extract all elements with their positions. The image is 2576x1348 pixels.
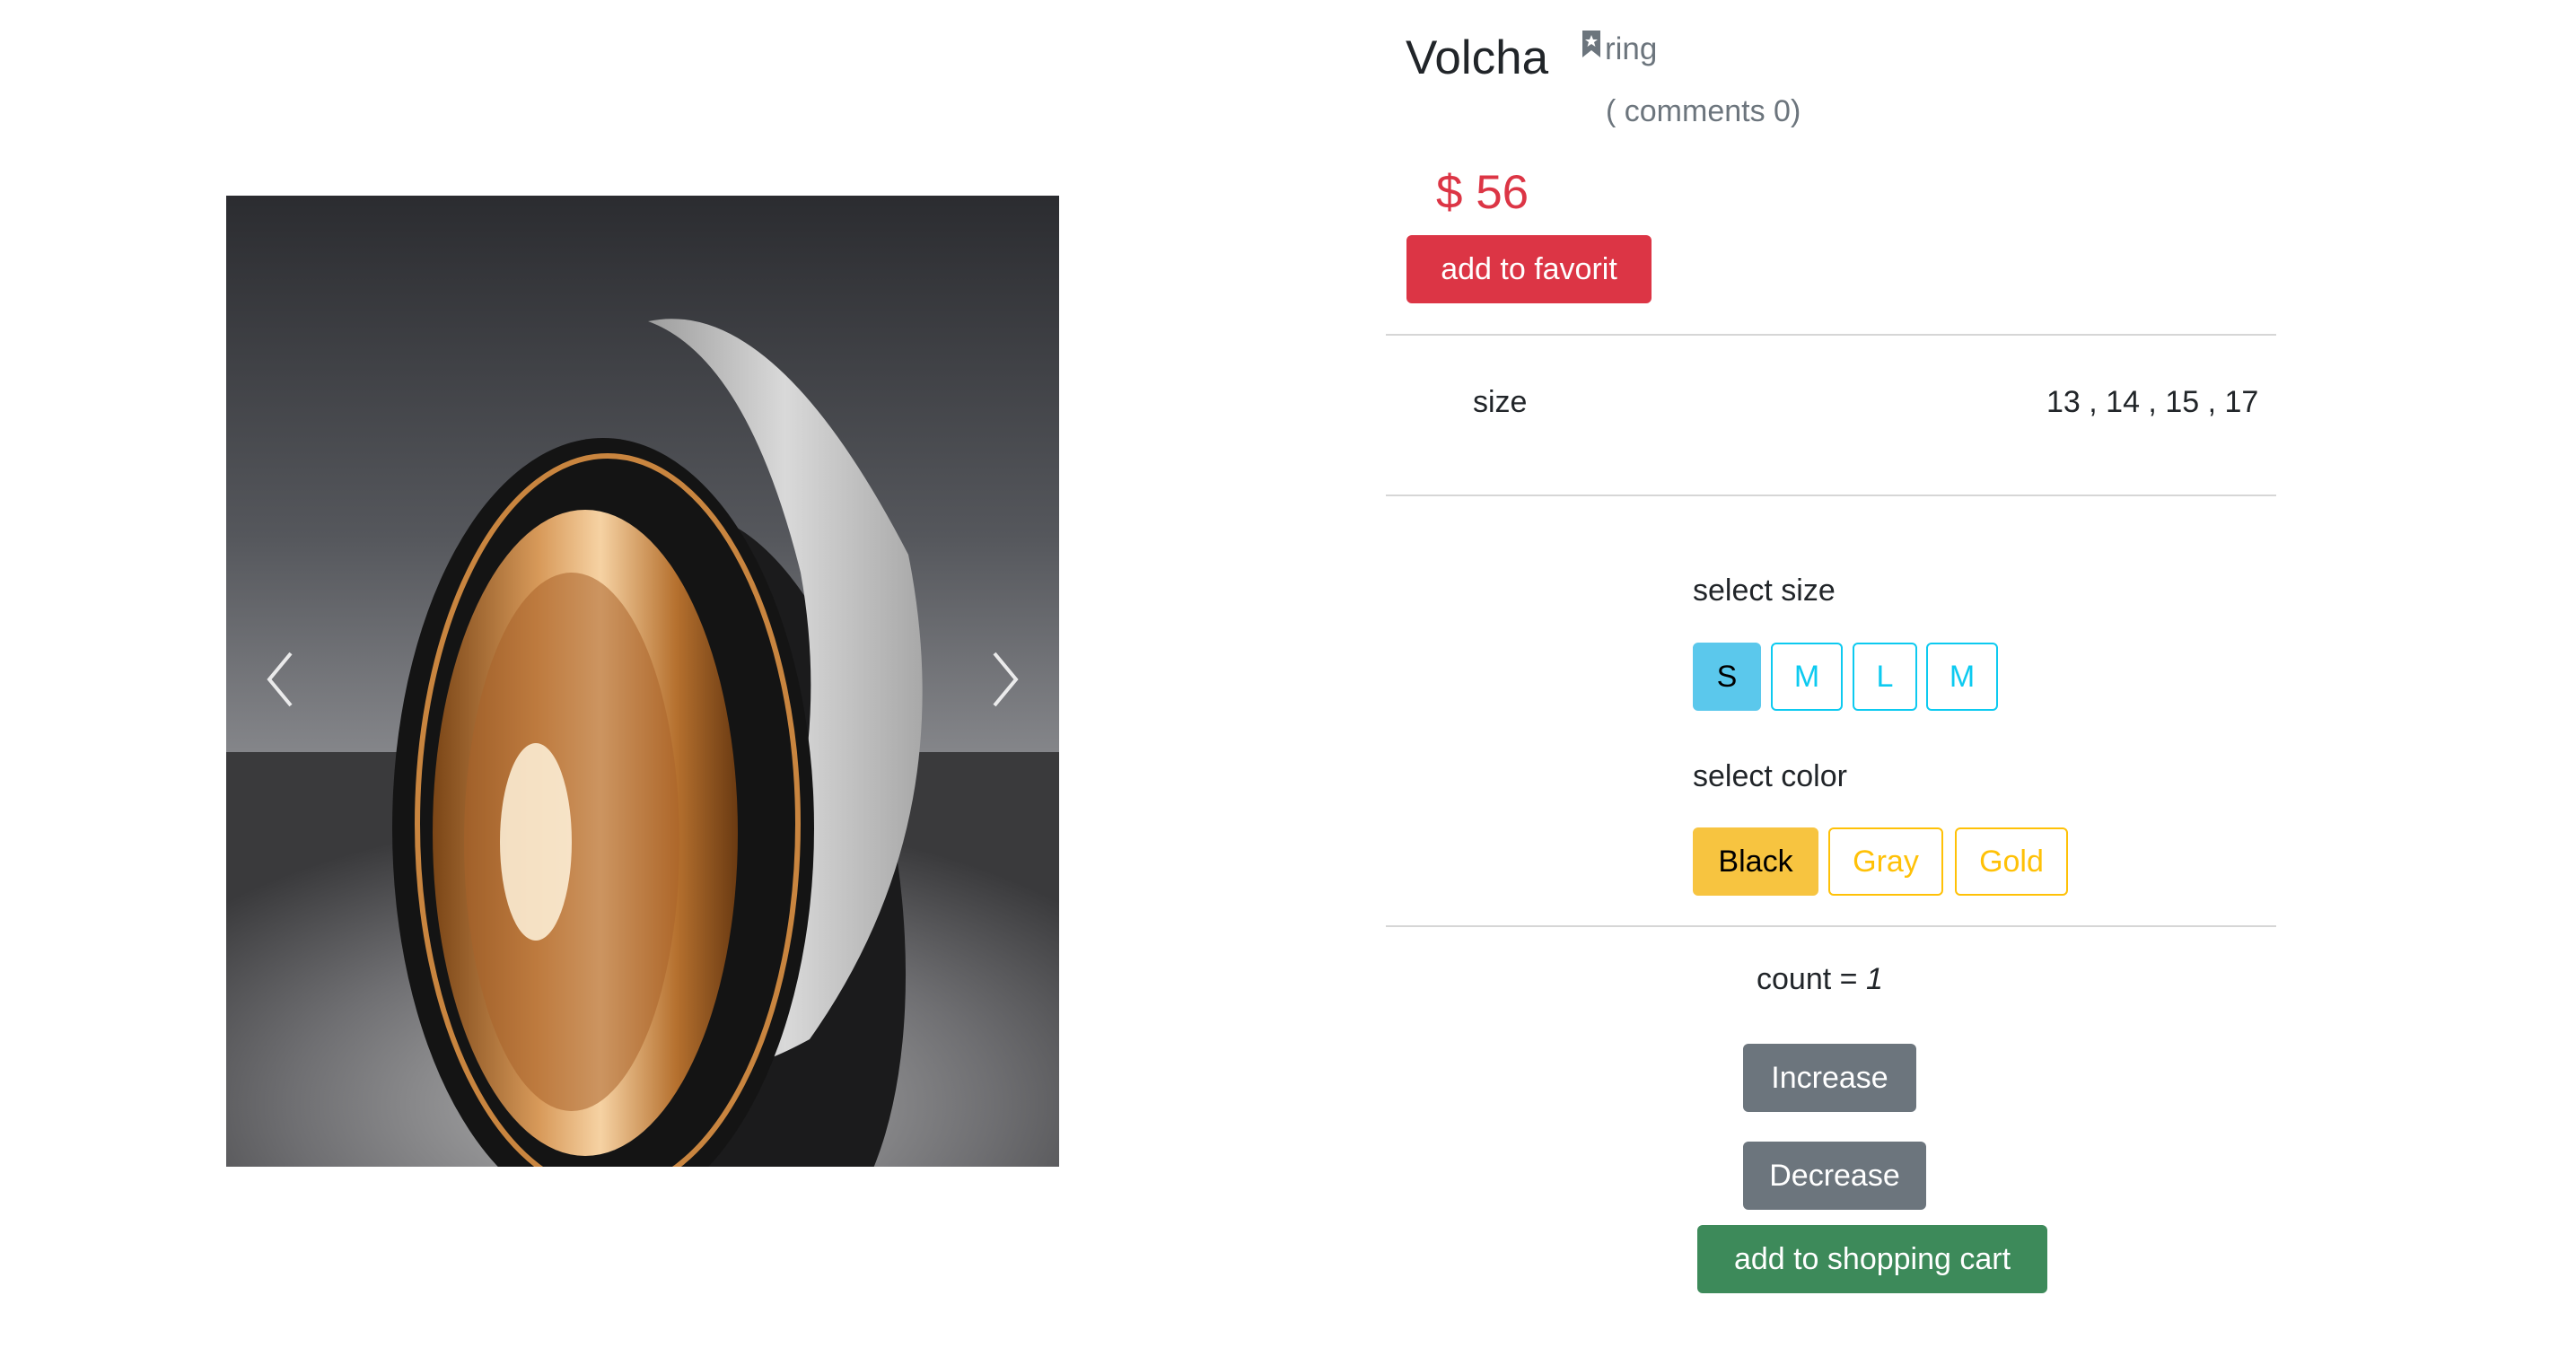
chevron-right-icon: [987, 648, 1023, 715]
quantity-value: 1: [1865, 962, 1883, 996]
size-option-m[interactable]: M: [1771, 643, 1843, 711]
quantity-label: count =: [1757, 962, 1858, 996]
product-image-carousel: [226, 196, 1059, 1167]
add-to-cart-button[interactable]: add to shopping cart: [1697, 1225, 2047, 1293]
quantity-display: count = 1: [1757, 957, 1883, 1002]
divider: [1386, 925, 2276, 927]
color-option-gold[interactable]: Gold: [1955, 827, 2068, 896]
select-size-label: select size: [1693, 573, 1836, 608]
size-option-m-2[interactable]: M: [1926, 643, 1998, 711]
add-to-favorite-button[interactable]: add to favorit: [1406, 235, 1652, 303]
increase-button[interactable]: Increase: [1743, 1044, 1916, 1112]
color-option-gray[interactable]: Gray: [1828, 827, 1943, 896]
size-option-s[interactable]: S: [1693, 643, 1761, 711]
product-category[interactable]: ring: [1580, 29, 1657, 69]
spec-size-label: size: [1473, 385, 1528, 419]
carousel-prev-button[interactable]: [226, 196, 334, 1167]
carousel-next-button[interactable]: [951, 196, 1059, 1167]
divider: [1386, 334, 2276, 336]
comments-count[interactable]: ( comments 0): [1606, 89, 1801, 134]
chevron-left-icon: [262, 648, 298, 715]
select-color-label: select color: [1693, 759, 1847, 793]
divider: [1386, 495, 2276, 496]
product-image: [226, 196, 1059, 1167]
spec-size-values: 13 , 14 , 15 , 17: [2046, 385, 2259, 419]
bookmark-icon: [1580, 29, 1603, 69]
category-label: ring: [1605, 31, 1658, 66]
size-option-l[interactable]: L: [1853, 643, 1917, 711]
product-title: Volcha: [1406, 31, 1549, 84]
product-price: $ 56: [1436, 166, 1529, 219]
decrease-button[interactable]: Decrease: [1743, 1142, 1926, 1210]
color-option-black[interactable]: Black: [1693, 827, 1818, 896]
